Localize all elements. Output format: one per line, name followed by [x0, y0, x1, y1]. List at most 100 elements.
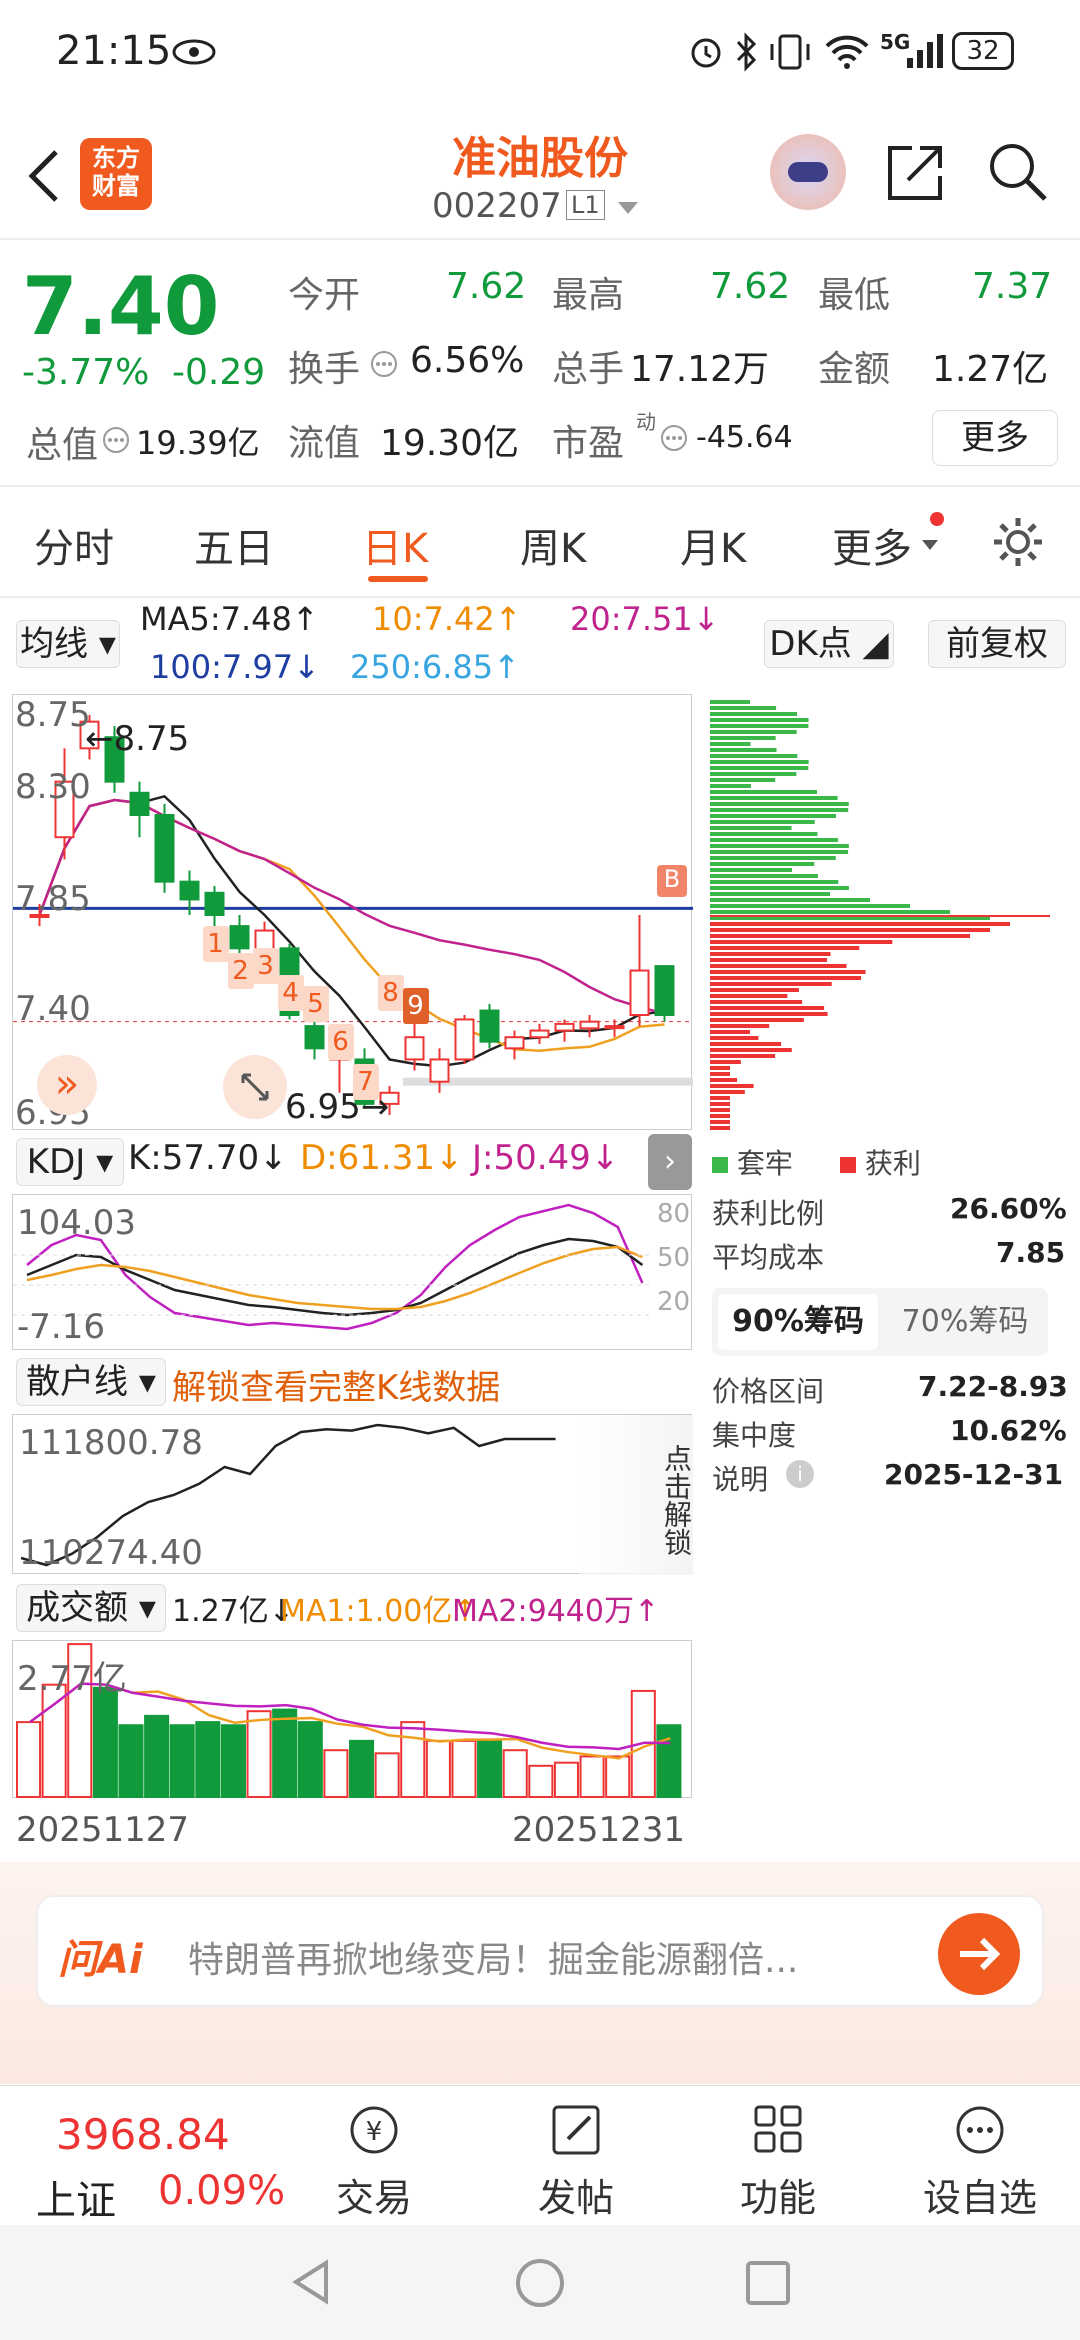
dk-point-selector[interactable]: DK点 ◢: [764, 620, 894, 668]
sequence-count-7: 7: [352, 1063, 379, 1100]
kdj-20: 20: [657, 1287, 691, 1317]
y-label-3: 7.85: [15, 879, 91, 919]
search-icon[interactable]: [986, 140, 1050, 204]
status-bar: 21:15 5G 32: [0, 0, 1080, 110]
y-label-2: 8.30: [15, 767, 91, 807]
chip-bar-profit: [710, 940, 893, 944]
more-quote-button[interactable]: 更多: [932, 410, 1058, 466]
index-value[interactable]: 3968.84: [56, 2110, 230, 2159]
volume-bar: [220, 1724, 246, 1798]
volume-bar: [195, 1721, 221, 1798]
turnover-label: 换手: [288, 349, 361, 390]
ma100-value: 100:7.97↓: [150, 648, 320, 686]
tab-daily-k[interactable]: 日K: [362, 516, 428, 574]
nav-home-icon[interactable]: [514, 2257, 566, 2309]
unlock-hint[interactable]: 解锁查看完整K线数据: [172, 1360, 500, 1409]
candle-body: [629, 969, 650, 1016]
volume-selector[interactable]: 成交额 ▾: [16, 1584, 166, 1632]
nav-functions[interactable]: 功能: [708, 2101, 848, 2222]
info-dots-icon[interactable]: [102, 426, 130, 454]
volume-bar: [579, 1755, 605, 1799]
retail-line-selector[interactable]: 散户线 ▾: [16, 1358, 166, 1406]
legend-trapped: 套牢: [712, 1142, 793, 1182]
ma-selector[interactable]: 均线 ▾: [16, 620, 120, 668]
low-value: 7.37: [972, 266, 1053, 307]
high-label: 最高: [552, 275, 625, 316]
assistant-avatar-icon[interactable]: [770, 134, 846, 210]
sequence-count-9: 9: [402, 988, 429, 1025]
eye-icon: [172, 39, 216, 65]
chip-bar-trapped: [710, 706, 777, 710]
tab-chip-90[interactable]: 90%筹码: [718, 1294, 878, 1350]
tab-more[interactable]: 更多: [832, 516, 912, 574]
nav-add-watchlist[interactable]: 设自选: [910, 2101, 1050, 2222]
chevron-down-icon[interactable]: [616, 198, 640, 216]
tab-monthly-k[interactable]: 月K: [680, 516, 746, 574]
tab-five-day[interactable]: 五日: [194, 516, 274, 574]
ai-go-button[interactable]: [938, 1913, 1020, 1995]
kdj-top: 104.03: [17, 1203, 136, 1243]
info-icon[interactable]: i: [786, 1460, 814, 1488]
volume-bar: [349, 1739, 375, 1798]
turnover-value: 6.56%: [410, 340, 525, 381]
tab-intraday[interactable]: 分时: [34, 516, 114, 574]
nav-recents-icon[interactable]: [744, 2259, 792, 2307]
chip-bar-profit: [710, 1114, 730, 1118]
info-dots-icon[interactable]: [660, 424, 688, 452]
ai-search-bar[interactable]: 问Ai 特朗普再掀地缘变局！掘金能源翻倍...: [36, 1895, 1044, 2007]
active-tab-indicator: [368, 576, 428, 582]
volume-bar: [605, 1755, 631, 1799]
kdj-chart[interactable]: 104.03 -7.16 80 50 20: [12, 1194, 692, 1350]
bluetooth-icon: [736, 32, 757, 72]
chip-bar-trapped: [710, 730, 797, 734]
unlock-button[interactable]: 点击解锁: [579, 1415, 693, 1575]
info-dots-icon[interactable]: [370, 350, 398, 378]
expand-right-icon[interactable]: ›: [648, 1134, 692, 1190]
gear-icon[interactable]: [990, 514, 1046, 570]
candle-body: [154, 814, 175, 883]
tab-weekly-k[interactable]: 周K: [520, 516, 586, 574]
sequence-count-5: 5: [302, 985, 329, 1022]
expand-left-icon[interactable]: »: [37, 1055, 97, 1115]
buy-signal-badge[interactable]: B: [657, 865, 687, 897]
chip-bar-trapped: [710, 862, 815, 866]
chip-bar-profit: [710, 1108, 730, 1112]
nav-post[interactable]: 发帖: [506, 2101, 646, 2222]
vibrate-icon: [770, 34, 810, 70]
fullscreen-icon[interactable]: [223, 1055, 287, 1119]
chip-bar-trapped: [710, 778, 776, 782]
index-name[interactable]: 上证: [36, 2168, 116, 2226]
ai-prompt-text[interactable]: 特朗普再掀地缘变局！掘金能源翻倍...: [188, 1931, 798, 1983]
open-label: 今开: [288, 275, 361, 316]
chip-bar-profit: [710, 1006, 825, 1010]
kdj-selector[interactable]: KDJ ▾: [16, 1138, 124, 1186]
kdj-k: K:57.70↓: [128, 1138, 288, 1178]
chip-bar-profit: [710, 1036, 759, 1040]
index-pct[interactable]: 0.09%: [158, 2168, 285, 2214]
stock-header: 东方 财富 准油股份 002207 L1: [0, 110, 1080, 240]
nav-back-icon[interactable]: [286, 2257, 336, 2307]
tab-chip-70[interactable]: 70%筹码: [888, 1294, 1042, 1350]
chip-bar-profit: [710, 982, 832, 986]
kdj-80: 80: [657, 1199, 691, 1229]
concentration-value: 10.62%: [950, 1414, 1067, 1447]
bottom-toolbar: 3968.84 上证 0.09% ¥ 交易 发帖 功能 设自选: [0, 2085, 1080, 2225]
volume-bar: [16, 1721, 42, 1798]
chip-bar-profit: [710, 1120, 730, 1124]
ma10-value: 10:7.42↑: [372, 600, 522, 638]
kline-chart[interactable]: 8.75 8.30 7.85 7.40 6.95 ←8.75 6.95→ B »…: [12, 694, 693, 1133]
chip-bar-profit: [710, 946, 860, 950]
chip-bar-profit: [710, 922, 1010, 926]
share-icon[interactable]: [884, 140, 948, 204]
volume-bar: [451, 1739, 477, 1798]
grid-icon: [754, 2105, 802, 2153]
nav-trade[interactable]: ¥ 交易: [304, 2101, 444, 2222]
volume-chart[interactable]: 2.77亿: [12, 1640, 692, 1799]
chip-svg: [710, 700, 1050, 1130]
ma5-value: MA5:7.48↑: [140, 600, 319, 638]
chip-bar-trapped: [710, 910, 950, 914]
mcap-label: 总值: [26, 425, 99, 466]
chip-distribution[interactable]: [710, 694, 1050, 1130]
adjust-type-button[interactable]: 前复权: [928, 620, 1066, 668]
volume-bar: [118, 1724, 144, 1798]
